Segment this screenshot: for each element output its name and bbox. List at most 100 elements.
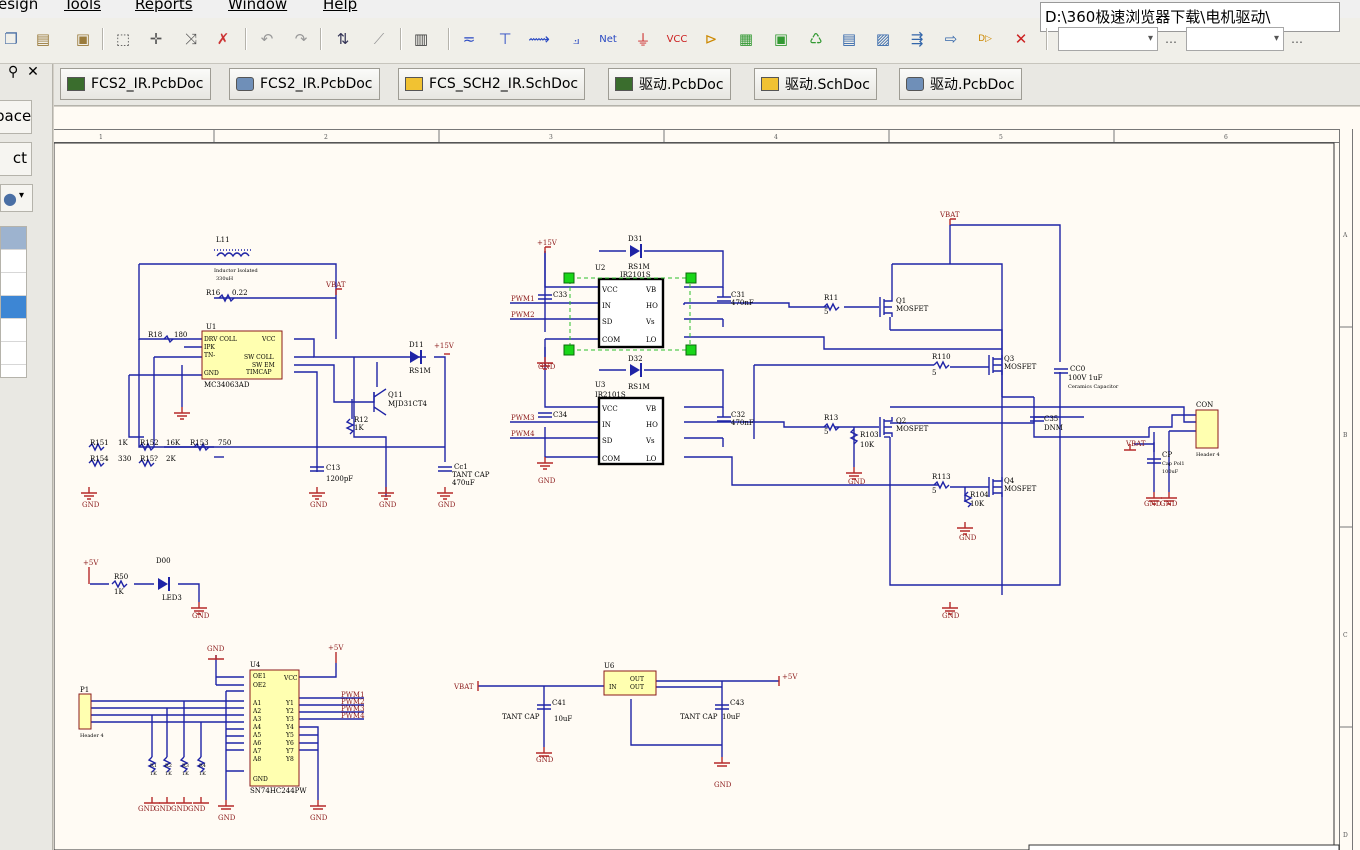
value-r151: 1K	[118, 439, 128, 447]
redo-icon[interactable]: ↷	[290, 27, 312, 51]
pin-label: Y8	[285, 756, 294, 763]
copy-icon[interactable]: ❐	[0, 27, 22, 51]
net-label-15v: +15V	[537, 239, 558, 247]
designator-cc0: CC0	[1070, 365, 1085, 373]
gnd-label: GND	[218, 814, 236, 822]
undo-icon[interactable]: ↶	[256, 27, 278, 51]
place-signal-harness-icon[interactable]: ⟿	[528, 27, 550, 51]
place-wire-icon[interactable]: ≂	[458, 27, 480, 51]
place-harness-connector-icon[interactable]: ▤	[838, 27, 860, 51]
panel-menu-button[interactable]: ● ▾	[0, 184, 33, 212]
menu-help[interactable]: Help	[323, 0, 357, 13]
no-erc-icon[interactable]: ✕	[1010, 27, 1032, 51]
diodes	[158, 244, 642, 591]
pin-icon[interactable]: ⚲	[8, 64, 18, 80]
tab-fcs-sch2-ir-schdoc[interactable]: FCS_SCH2_IR.SchDoc	[398, 68, 586, 100]
value-r113: 5	[932, 487, 936, 495]
designator-r113: R113	[932, 473, 951, 481]
tree-row[interactable]	[1, 250, 26, 273]
place-harness-entry-icon[interactable]: ▨	[872, 27, 894, 51]
tree-row[interactable]	[1, 227, 26, 250]
designator-c32: C32	[731, 411, 745, 419]
tab-fcs2-ir-pcbdoc-3d[interactable]: FCS2_IR.PcbDoc	[229, 68, 380, 100]
projects-panel: ⚲ ✕ pace ct ● ▾	[0, 64, 53, 850]
pin-label: A1	[252, 700, 261, 707]
pin-label: IN	[602, 302, 611, 310]
net-label-vbat: VBAT	[325, 281, 346, 289]
workspace-button[interactable]: pace	[0, 100, 32, 134]
pin-label: HO	[646, 302, 658, 310]
tree-row[interactable]	[1, 273, 26, 296]
schematic-canvas[interactable]: 1 2 3 4 5 6 A B C D VBAT +15V +15V VBAT …	[54, 107, 1360, 850]
sch-doc-icon	[761, 77, 779, 91]
selection-handle[interactable]	[563, 272, 575, 284]
designator-r104: R104	[970, 491, 989, 499]
place-device-sheet-icon[interactable]: ♺	[805, 27, 827, 51]
p1-body[interactable]	[78, 693, 92, 730]
cross-probe-icon[interactable]: ⟋	[368, 27, 390, 51]
deselect-icon[interactable]: ⤨	[180, 27, 202, 51]
value-cc0: Ceramics Capacitor	[1068, 384, 1119, 390]
ruler-label: 6	[1224, 134, 1228, 141]
net-label-5v: +5V	[83, 559, 99, 567]
rubber-stamp-icon[interactable]: ▣	[72, 27, 94, 51]
menu-reports[interactable]: Reports	[135, 0, 193, 13]
place-bus-entry-icon[interactable]: ⟓	[565, 27, 587, 51]
place-net-label-icon[interactable]: Net	[597, 27, 619, 51]
designator-u6: U6	[604, 662, 615, 670]
place-offsheet-icon[interactable]: ⇨	[940, 27, 962, 51]
selection-handle[interactable]	[685, 272, 697, 284]
value-r104: 10K	[970, 500, 985, 508]
more-icon[interactable]: …	[1160, 27, 1182, 51]
clear-filter-icon[interactable]: ✗	[212, 27, 234, 51]
gnd-port-icon[interactable]: ⏚	[632, 27, 654, 51]
menu-design[interactable]: esign	[0, 0, 38, 13]
gnd-label: GND	[538, 363, 556, 371]
project-button[interactable]: ct	[0, 142, 32, 176]
tree-row-selected[interactable]	[1, 296, 26, 319]
place-sheet-entry-icon[interactable]: ▣	[770, 27, 792, 51]
d31-symbol	[630, 245, 640, 257]
tree-row[interactable]	[1, 319, 26, 342]
select-rect-icon[interactable]: ⬚	[112, 27, 134, 51]
value-l11: 330uH	[216, 276, 234, 282]
tree-row[interactable]	[1, 342, 26, 365]
filter-combo-1[interactable]: ▾	[1058, 27, 1158, 51]
pin-label: LO	[646, 336, 657, 344]
paste-icon[interactable]: ▤	[32, 27, 54, 51]
value-r-pullup: 1K	[165, 771, 172, 777]
menu-tools[interactable]: Tools	[64, 0, 101, 13]
browse-library-icon[interactable]: ▥	[410, 27, 432, 51]
pin-label: GND	[204, 370, 219, 377]
gnd-label: GND	[959, 534, 977, 542]
tab-drive-pcbdoc-3d[interactable]: 驱动.PcbDoc	[899, 68, 1022, 100]
con-body[interactable]	[1195, 409, 1219, 449]
net-label-pwm3: PWM3	[511, 414, 535, 422]
close-icon[interactable]: ✕	[27, 64, 39, 80]
value-c41: 10uF	[554, 715, 572, 723]
tab-drive-schdoc[interactable]: 驱动.SchDoc	[754, 68, 877, 100]
place-bus-icon[interactable]: ⊤	[494, 27, 516, 51]
net-label-pwm4: PWM4	[341, 712, 365, 720]
designator-r-pullup: R4	[199, 763, 206, 769]
vcc-port-icon[interactable]: VCC	[666, 27, 688, 51]
up-down-hierarchy-icon[interactable]: ⇅	[332, 27, 354, 51]
tab-fcs2-ir-pcbdoc[interactable]: FCS2_IR.PcbDoc	[60, 68, 211, 100]
sch-doc-icon	[405, 77, 423, 91]
selection-handle[interactable]	[685, 344, 697, 356]
tab-drive-pcbdoc[interactable]: 驱动.PcbDoc	[608, 68, 731, 100]
place-part-icon[interactable]: ⊳	[700, 27, 722, 51]
toolbar-separator	[102, 28, 104, 50]
ruler-label: B	[1343, 432, 1348, 439]
place-port-icon[interactable]: ⇶	[906, 27, 928, 51]
more-icon[interactable]: …	[1286, 27, 1308, 51]
menu-window[interactable]: Window	[228, 0, 287, 13]
pin-label: A3	[252, 716, 261, 723]
place-sheet-symbol-icon[interactable]: ▦	[735, 27, 757, 51]
u6-body[interactable]	[603, 670, 657, 696]
place-directive-icon[interactable]: D▷	[974, 27, 996, 51]
move-icon[interactable]: ✛	[145, 27, 167, 51]
pin-label: A4	[252, 724, 261, 731]
selection-handle[interactable]	[563, 344, 575, 356]
filter-combo-2[interactable]: ▾	[1186, 27, 1284, 51]
